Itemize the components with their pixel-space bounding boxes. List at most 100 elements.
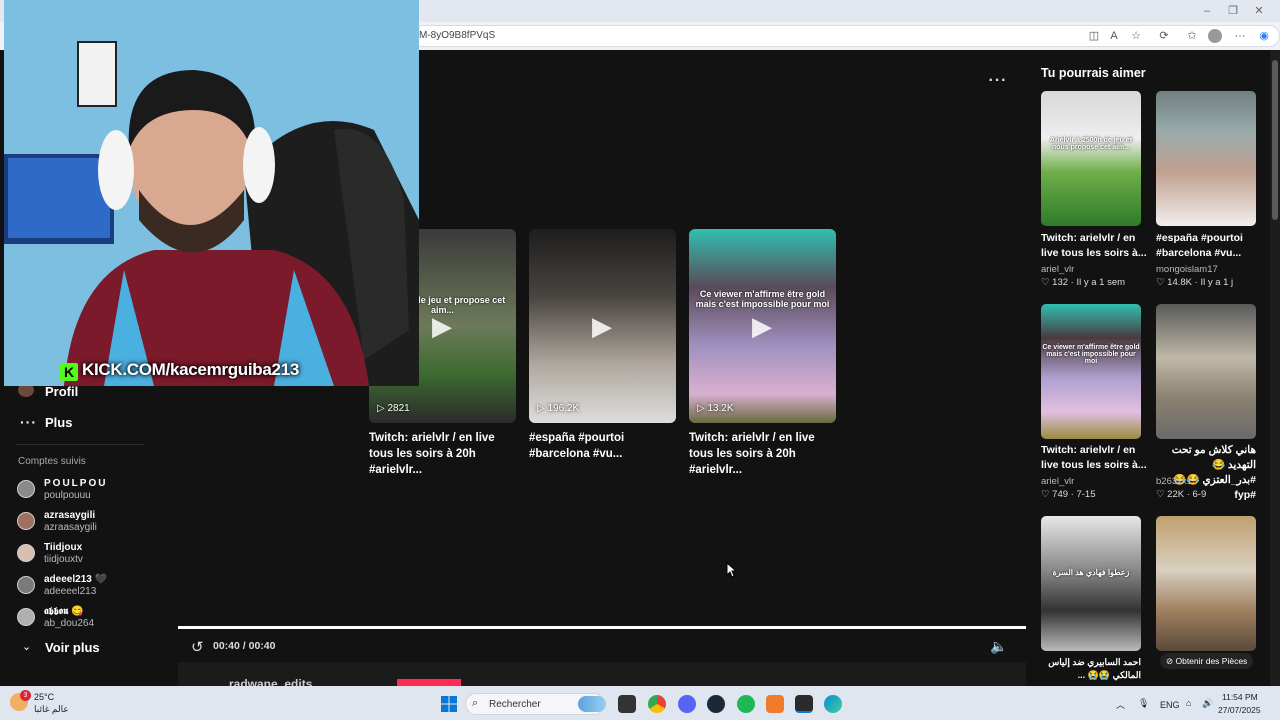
more-dots-icon: ···: [20, 414, 37, 430]
scrollbar-thumb[interactable]: [1272, 60, 1278, 220]
avatar: [17, 608, 35, 626]
kick-logo-icon: K: [60, 363, 78, 381]
video-caption: زعطوا فهادي هد السرة: [1052, 568, 1130, 577]
discord-icon[interactable]: [678, 695, 696, 713]
menu-dots-icon[interactable]: ···: [1232, 28, 1248, 44]
recommendations-title: Tu pourrais aimer: [1041, 66, 1146, 80]
video-caption: Ce viewer m'affirme être gold mais c'est…: [695, 289, 830, 309]
recommendation-card[interactable]: Arielvlr à 2500h de jeu et nous propose …: [1041, 91, 1141, 226]
weather-temp: 25°C: [34, 692, 55, 702]
volume-tray-icon[interactable]: 🔊: [1202, 698, 1213, 709]
close-window-button[interactable]: ✕: [1252, 4, 1266, 18]
more-options-button[interactable]: ···: [986, 72, 1010, 92]
related-video-title[interactable]: #españa #pourtoi #barcelona #vu...: [529, 430, 679, 462]
steam-icon[interactable]: [707, 695, 725, 713]
copilot-icon[interactable]: ◉: [1256, 28, 1272, 44]
notification-badge: 3: [20, 690, 31, 701]
language-indicator[interactable]: ENG: [1160, 700, 1180, 710]
video-caption: Arielvlr à 2500h de jeu et nous propose …: [1049, 137, 1133, 151]
sidebar-item-profile[interactable]: Profil: [45, 384, 78, 399]
recommendation-card[interactable]: Ce viewer m'affirme être gold mais c'est…: [1041, 304, 1141, 439]
account-handle: poulpouuu: [44, 490, 91, 501]
avatar: [17, 480, 35, 498]
account-handle: azraasaygili: [44, 522, 97, 533]
maximize-button[interactable]: ❐: [1226, 4, 1240, 18]
clock-time[interactable]: 11:54 PM: [1222, 692, 1258, 702]
account-name: azrasaygili: [44, 510, 96, 521]
related-video-card[interactable]: ▶ ▷ 196.2K: [529, 229, 676, 423]
view-count: ▷ 2821: [377, 403, 410, 414]
weather-text: عالم غائبا: [34, 704, 69, 714]
clock-date[interactable]: 27/07/2025: [1218, 705, 1261, 715]
account-name: adeeel213 🖤: [44, 574, 108, 585]
recommendation-stats: ♡ 14.8K · Il y a 1 j: [1156, 277, 1234, 288]
recommendation-stats: ♡ 749 · 7-15: [1041, 489, 1096, 500]
recommendation-stats: ♡ 132 · Il y a 1 sem: [1041, 277, 1126, 288]
chrome-icon[interactable]: [648, 695, 666, 713]
profile-avatar-icon[interactable]: [1208, 29, 1222, 43]
microphone-icon[interactable]: 🎙: [1138, 698, 1149, 709]
favorites-icon[interactable]: ✩: [1184, 28, 1200, 44]
video-caption: Ce viewer m'affirme être gold mais c'est…: [1042, 344, 1140, 365]
get-coins-button[interactable]: ⊘ Obtenir des Pièces: [1160, 653, 1254, 669]
tiktok-app-icon[interactable]: [795, 695, 813, 713]
kick-channel-banner: KICK.COM/kacemrguiba213: [82, 360, 300, 379]
recommendation-author[interactable]: mongoislam17: [1156, 264, 1218, 275]
account-name: 𝖆𝖇𝖇𝖔𝖚 😋: [44, 606, 84, 617]
task-view-icon[interactable]: [618, 695, 636, 713]
account-name: Tiidjoux: [44, 542, 83, 553]
recommendation-title[interactable]: #españa #pourtoi #barcelona #vu...: [1156, 231, 1266, 261]
progress-bar[interactable]: [178, 626, 1026, 629]
view-count: ▷ 13.2K: [697, 403, 734, 414]
search-placeholder: Rechercher: [489, 699, 541, 710]
account-handle: adeeeel213: [44, 586, 97, 597]
play-icon: ▶: [592, 311, 612, 341]
minimize-button[interactable]: –: [1200, 4, 1214, 18]
recommendation-stats: ♡ 22K · 6-9: [1156, 489, 1207, 500]
split-screen-icon[interactable]: ◫: [1086, 28, 1102, 44]
webcam-overlay: [4, 0, 419, 386]
windows-start-icon[interactable]: [440, 695, 458, 713]
view-count: ▷ 196.2K: [537, 403, 580, 414]
search-icon: ⌕: [472, 697, 479, 709]
recommendation-card[interactable]: [1156, 91, 1256, 226]
recommendation-title[interactable]: Twitch: arielvlr / en live tous les soir…: [1041, 231, 1151, 261]
address-bar[interactable]: M-8yO9B8fPVqS: [412, 25, 1280, 47]
extensions-icon[interactable]: ⟳: [1156, 28, 1172, 44]
spotify-icon[interactable]: [737, 695, 755, 713]
chevron-up-icon[interactable]: ︿: [1116, 698, 1125, 711]
recommendation-author[interactable]: ariel_vlr: [1041, 476, 1074, 487]
related-video-title[interactable]: Twitch: arielvlr / en live tous les soir…: [689, 430, 839, 478]
recommendation-card[interactable]: [1156, 516, 1256, 651]
avatar: [17, 576, 35, 594]
avatar: [17, 544, 35, 562]
recommendation-author[interactable]: b263xx1: [1156, 476, 1192, 487]
recommendation-title[interactable]: احمد السابيري ضد إلياس المالكي 😭😭 ...: [1041, 656, 1141, 682]
mouse-cursor-icon: [726, 562, 738, 578]
recommendation-author[interactable]: ariel_vlr: [1041, 264, 1074, 275]
streamer-webcam-image: [4, 0, 419, 386]
recommendation-title[interactable]: Twitch: arielvlr / en live tous les soir…: [1041, 443, 1151, 473]
widget-image[interactable]: [578, 696, 606, 712]
read-aloud-icon[interactable]: A: [1106, 28, 1122, 44]
avatar: [17, 512, 35, 530]
network-icon[interactable]: ⌂: [1186, 698, 1191, 708]
related-video-title[interactable]: Twitch: arielvlr / en live tous les soir…: [369, 430, 519, 478]
volume-icon[interactable]: 🔈: [990, 638, 1007, 655]
related-video-card[interactable]: Ce viewer m'affirme être gold mais c'est…: [689, 229, 836, 423]
play-icon: ▶: [752, 311, 772, 341]
taskbar: [0, 686, 1280, 720]
recommendation-card[interactable]: [1156, 304, 1256, 439]
account-handle: tiidjouxtv: [44, 554, 83, 565]
sidebar-item-more[interactable]: Plus: [45, 415, 72, 430]
recommendation-card[interactable]: زعطوا فهادي هد السرة: [1041, 516, 1141, 651]
play-icon: ▶: [432, 311, 452, 341]
address-text: M-8yO9B8fPVqS: [419, 30, 496, 41]
chevron-down-icon: ⌄: [22, 641, 32, 653]
sidebar-divider: [16, 444, 144, 445]
see-more-button[interactable]: Voir plus: [45, 640, 100, 655]
app-icon[interactable]: [766, 695, 784, 713]
replay-icon[interactable]: ↺: [191, 638, 204, 656]
favorite-star-icon[interactable]: ☆: [1128, 28, 1144, 44]
edge-icon[interactable]: [824, 695, 842, 713]
